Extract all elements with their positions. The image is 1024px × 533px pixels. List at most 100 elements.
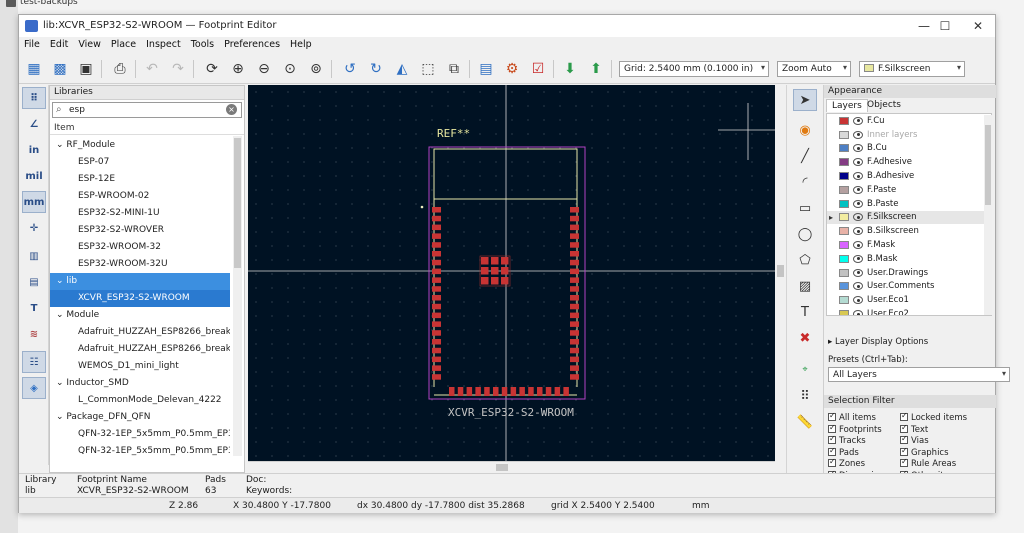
layer-row[interactable]: User.Comments	[827, 280, 991, 294]
measure-tool-icon[interactable]: 📏	[793, 411, 817, 433]
menu-tools[interactable]: Tools	[186, 37, 219, 50]
zoom-select[interactable]: Zoom Auto ▾	[777, 61, 851, 77]
close-button[interactable]: ✕	[969, 18, 987, 34]
rotate-ccw-icon[interactable]: ↺	[339, 58, 361, 80]
footprint-canvas[interactable]: REF** XCVR_ESP32-S2-WROOM	[248, 85, 775, 461]
layers-scrollbar[interactable]	[984, 115, 992, 315]
canvas-vscroll[interactable]	[775, 85, 786, 461]
visibility-eye-icon[interactable]	[853, 310, 863, 315]
tree-item[interactable]: Adafruit_HUZZAH_ESP8266_breakout	[50, 324, 230, 341]
layer-row[interactable]: Inner layers	[827, 128, 991, 142]
selection-filter-item[interactable]: Rule Areas	[900, 457, 956, 469]
add-text-icon[interactable]: T	[793, 301, 817, 323]
tree-item[interactable]: Adafruit_HUZZAH_ESP8266_breakout	[50, 341, 230, 358]
draw-polygon-icon[interactable]: ⬠	[793, 249, 817, 271]
layer-select[interactable]: F.Silkscreen ▾	[859, 61, 965, 77]
visibility-eye-icon[interactable]	[853, 199, 863, 208]
tree-item[interactable]: XCVR_ESP32-S2-WROOM	[50, 290, 230, 307]
selection-filter-item[interactable]: Zones	[828, 457, 865, 469]
tree-group[interactable]: ⌄ Package_DFN_QFN	[50, 409, 230, 426]
units-mil-button[interactable]: mil	[22, 165, 46, 187]
text-sketch-icon[interactable]: ▤	[22, 271, 46, 293]
ungroup-icon[interactable]: ⧉	[443, 58, 465, 80]
menu-place[interactable]: Place	[106, 37, 141, 50]
layer-color-swatch[interactable]	[839, 172, 849, 181]
high-contrast-icon[interactable]: ≋	[22, 323, 46, 345]
layer-color-swatch[interactable]	[839, 227, 849, 236]
visibility-eye-icon[interactable]	[853, 158, 863, 167]
layer-color-swatch[interactable]	[839, 268, 849, 277]
draw-circle-icon[interactable]: ◯	[793, 223, 817, 245]
layer-row[interactable]: User.Eco1	[827, 293, 991, 307]
add-pad-icon[interactable]: ◉	[793, 119, 817, 141]
selection-filter-item[interactable]: Footprints	[828, 423, 882, 435]
tree-group[interactable]: ⌄ Inductor_SMD	[50, 375, 230, 392]
tree-item[interactable]: WEMOS_D1_mini_light	[50, 358, 230, 375]
checkbox-checked-icon[interactable]	[828, 446, 836, 456]
layer-row[interactable]: F.Mask	[827, 238, 991, 252]
layer-color-swatch[interactable]	[839, 144, 849, 153]
rotate-cw-icon[interactable]: ↻	[365, 58, 387, 80]
checkbox-checked-icon[interactable]	[828, 411, 836, 421]
tree-group[interactable]: ⌄ Module	[50, 307, 230, 324]
pad-sketch-icon[interactable]: ▥	[22, 245, 46, 267]
layer-row[interactable]: F.Cu	[827, 114, 991, 128]
chevron-down-icon[interactable]: ⌄	[56, 412, 66, 422]
redo-icon[interactable]: ↷	[167, 58, 189, 80]
save-icon[interactable]: ▣	[75, 58, 97, 80]
selection-filter-item[interactable]: Pads	[828, 446, 859, 458]
layer-row[interactable]: B.Cu	[827, 142, 991, 156]
menu-inspect[interactable]: Inspect	[141, 37, 186, 50]
visibility-eye-icon[interactable]	[853, 282, 863, 291]
graphics-sketch-icon[interactable]: T	[22, 297, 46, 319]
refresh-icon[interactable]: ⟳	[201, 58, 223, 80]
zoom-out-icon[interactable]: ⊖	[253, 58, 275, 80]
tree-item[interactable]: ESP32-S2-WROVER	[50, 222, 230, 239]
selection-filter-item[interactable]: Tracks	[828, 434, 866, 446]
layer-color-swatch[interactable]	[839, 254, 849, 263]
layer-row[interactable]: B.Adhesive	[827, 169, 991, 183]
selection-filter-item[interactable]: Graphics	[900, 446, 949, 458]
layer-row[interactable]: F.Adhesive	[827, 155, 991, 169]
library-scrollbar-thumb[interactable]	[234, 138, 241, 268]
menu-view[interactable]: View	[73, 37, 106, 50]
draw-arc-icon[interactable]: ◜	[793, 171, 817, 193]
open-footprint-icon[interactable]: ▩	[49, 58, 71, 80]
selection-filter-item[interactable]: All items	[828, 411, 876, 423]
checkbox-checked-icon[interactable]	[828, 457, 836, 468]
tree-item[interactable]: L_CommonMode_Delevan_4222	[50, 392, 230, 409]
chevron-down-icon[interactable]: ⌄	[56, 378, 66, 388]
polar-coords-icon[interactable]: ∠	[22, 113, 46, 135]
add-image-icon[interactable]: ▨	[793, 275, 817, 297]
tree-item[interactable]: ESP-12E	[50, 171, 230, 188]
hscroll-thumb[interactable]	[496, 464, 508, 471]
visibility-eye-icon[interactable]	[853, 116, 863, 125]
set-anchor-icon[interactable]: ⌖	[793, 359, 817, 381]
minimize-button[interactable]: —	[915, 18, 933, 34]
zoom-selection-icon[interactable]: ⊚	[305, 58, 327, 80]
chevron-down-icon[interactable]: ⌄	[56, 140, 66, 150]
visibility-eye-icon[interactable]	[853, 130, 863, 139]
grid-origin-icon[interactable]: ⠿	[793, 385, 817, 407]
visibility-eye-icon[interactable]	[853, 296, 863, 305]
chevron-down-icon[interactable]: ⌄	[56, 276, 66, 286]
desktop-item[interactable]: test-backups	[6, 0, 78, 7]
checkbox-checked-icon[interactable]	[900, 446, 908, 456]
layer-row[interactable]: User.Drawings	[827, 266, 991, 280]
layer-row[interactable]: B.Silkscreen	[827, 224, 991, 238]
group-icon[interactable]: ⬚	[417, 58, 439, 80]
layer-color-swatch[interactable]	[839, 130, 849, 139]
layer-row[interactable]: B.Mask	[827, 252, 991, 266]
footprint-checker-icon[interactable]: ☑	[527, 58, 549, 80]
draw-line-icon[interactable]: ╱	[793, 145, 817, 167]
canvas-hscroll[interactable]	[248, 461, 775, 472]
tree-item[interactable]: ESP-WROOM-02	[50, 188, 230, 205]
menu-help[interactable]: Help	[285, 37, 317, 50]
cursor-style-icon[interactable]: ✛	[22, 217, 46, 239]
layer-color-swatch[interactable]	[839, 158, 849, 167]
clear-search-icon[interactable]: ×	[226, 104, 237, 115]
layer-color-swatch[interactable]	[839, 185, 849, 194]
selection-filter-item[interactable]: Text	[900, 423, 928, 435]
visibility-eye-icon[interactable]	[853, 213, 863, 222]
menu-file[interactable]: File	[19, 37, 45, 50]
